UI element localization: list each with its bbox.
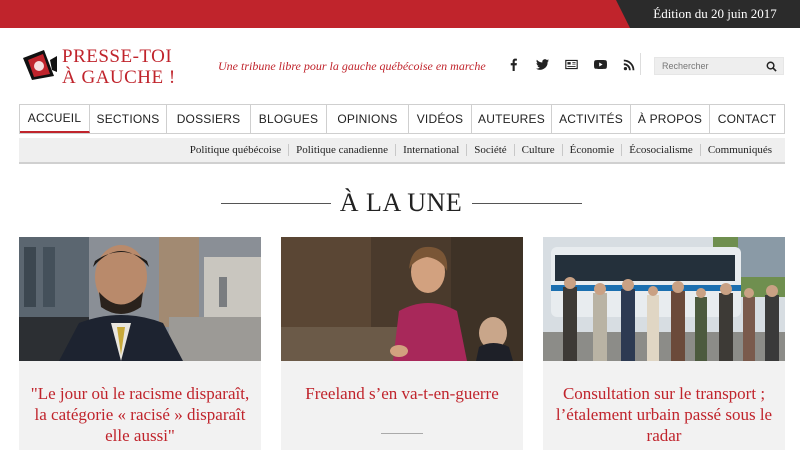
subnav-politique-canadienne[interactable]: Politique canadienne (288, 144, 395, 156)
subnav-societe[interactable]: Société (466, 144, 513, 156)
facebook-icon[interactable] (505, 56, 521, 72)
rss-icon[interactable] (621, 56, 637, 72)
nav-a-propos[interactable]: À PROPOS (631, 105, 710, 133)
section-heading: À LA UNE (0, 186, 800, 222)
subnav-communiques[interactable]: Communiqués (699, 144, 779, 156)
logo-line-1: PRESSE-TOI (62, 46, 173, 67)
search-placeholder: Rechercher (662, 61, 709, 71)
subnav-ecosocialisme[interactable]: Écosocialisme (621, 144, 700, 156)
nav-activites[interactable]: ACTIVITÉS (552, 105, 631, 133)
article-headline[interactable]: Freeland s’en va-t-en-guerre (289, 383, 515, 404)
search-input[interactable]: Rechercher (654, 57, 784, 75)
article-image[interactable] (19, 237, 261, 361)
main-navigation: ACCUEIL SECTIONS DOSSIERS BLOGUES OPINIO… (19, 104, 785, 134)
subnav-culture[interactable]: Culture (513, 144, 562, 156)
subnav-economie[interactable]: Économie (561, 144, 622, 156)
section-title: À LA UNE (339, 188, 463, 217)
edition-date: Édition du 20 juin 2017 (616, 0, 800, 28)
search-icon[interactable] (766, 61, 777, 72)
heading-rule-left (221, 203, 331, 204)
nav-blogues[interactable]: BLOGUES (251, 105, 327, 133)
article-card[interactable]: Consultation sur le transport ; l’étalem… (543, 237, 785, 450)
category-navigation: Politique québécoise Politique canadienn… (19, 138, 785, 164)
logo-line-2: À GAUCHE ! (62, 67, 176, 88)
nav-sections[interactable]: SECTIONS (90, 105, 167, 133)
header-divider (640, 53, 641, 75)
article-headline[interactable]: "Le jour où le racisme disparaît, la cat… (27, 383, 253, 446)
nav-contact[interactable]: CONTACT (710, 105, 784, 133)
subnav-international[interactable]: International (395, 144, 466, 156)
headline-divider (381, 433, 423, 434)
social-links (505, 56, 637, 72)
logo-megaphone-icon[interactable] (20, 46, 58, 84)
youtube-icon[interactable] (592, 56, 608, 72)
article-image[interactable] (281, 237, 523, 361)
nav-dossiers[interactable]: DOSSIERS (167, 105, 251, 133)
article-card[interactable]: "Le jour où le racisme disparaît, la cat… (19, 237, 261, 450)
article-headline[interactable]: Consultation sur le transport ; l’étalem… (551, 383, 777, 446)
nav-accueil[interactable]: ACCUEIL (20, 105, 90, 133)
nav-auteures[interactable]: AUTEURES (472, 105, 552, 133)
twitter-icon[interactable] (534, 56, 550, 72)
newsletter-icon[interactable] (563, 56, 579, 72)
nav-videos[interactable]: VIDÉOS (409, 105, 472, 133)
site-tagline: Une tribune libre pour la gauche québéco… (218, 59, 486, 73)
site-logo[interactable]: PRESSE-TOI À GAUCHE ! (62, 46, 176, 88)
article-image[interactable] (543, 237, 785, 361)
article-card[interactable]: Freeland s’en va-t-en-guerre (281, 237, 523, 450)
subnav-politique-quebecoise[interactable]: Politique québécoise (183, 144, 288, 156)
nav-opinions[interactable]: OPINIONS (327, 105, 409, 133)
heading-rule-right (472, 203, 582, 204)
